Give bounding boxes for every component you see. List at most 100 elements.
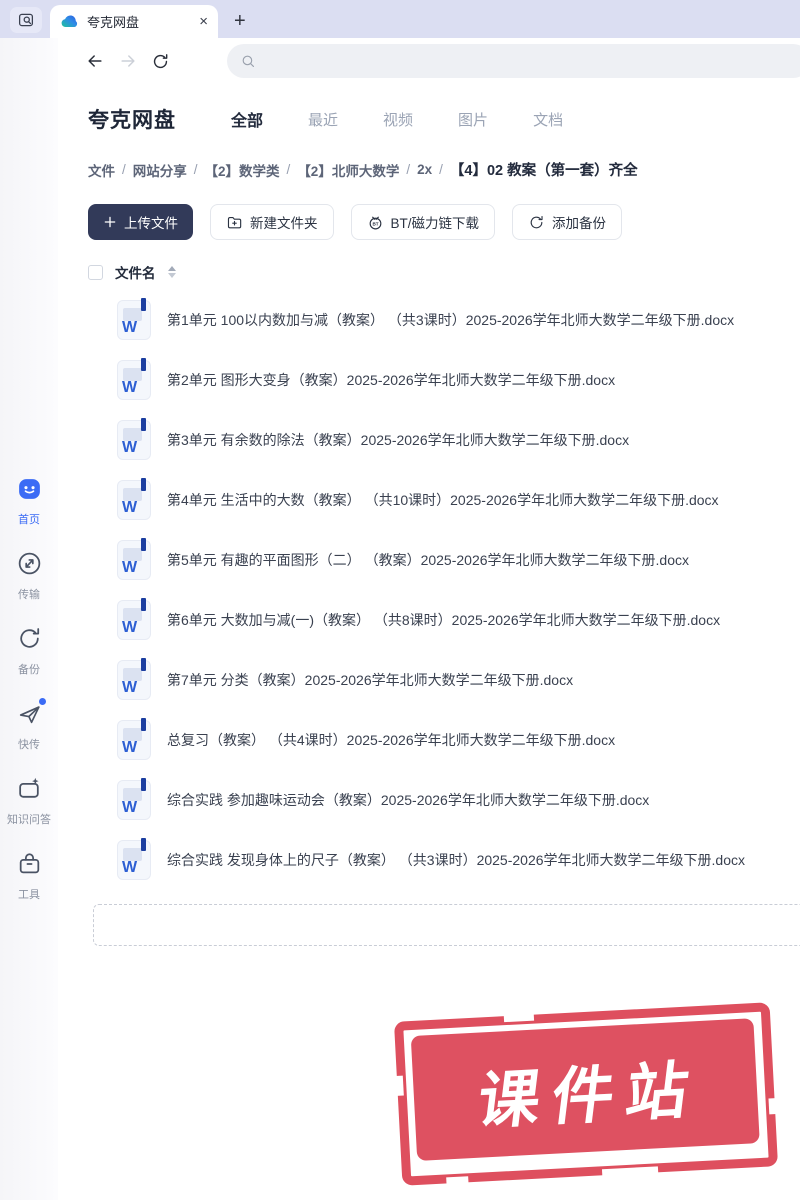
notification-dot xyxy=(38,698,46,705)
sidebar-item-backup[interactable]: 备份 xyxy=(0,625,58,677)
file-row[interactable]: W 总复习（教案） （共4课时）2025-2026学年北师大数学二年级下册.do… xyxy=(88,710,800,770)
file-row[interactable]: W 综合实践 参加趣味运动会（教案）2025-2026学年北师大数学二年级下册.… xyxy=(88,770,800,830)
file-list-header: 文件名 xyxy=(88,262,800,282)
breadcrumb-separator: / xyxy=(406,162,411,177)
knowledge-box-icon xyxy=(16,775,43,807)
breadcrumb-item[interactable]: 文件 xyxy=(88,160,115,180)
docx-file-icon: W xyxy=(117,838,151,880)
action-buttons: 上传文件 新建文件夹 BT BT/磁力链下载 添加备份 xyxy=(88,204,800,240)
main-content: 夸克网盘 全部 最近 视频 图片 文档 文件 / 网站分享 / 【2】数学类 /… xyxy=(58,84,800,946)
tab-video[interactable]: 视频 xyxy=(383,109,413,130)
transfer-icon xyxy=(16,550,43,582)
sidebar: 首页 传输 备份 快传 知识问答 工具 xyxy=(0,38,58,1200)
forward-icon[interactable] xyxy=(118,51,138,71)
sidebar-item-label: 知识问答 xyxy=(7,814,51,826)
sidebar-item-home[interactable]: 首页 xyxy=(0,475,58,527)
add-backup-button[interactable]: 添加备份 xyxy=(512,204,623,240)
stamp-inner: 课件站 xyxy=(410,1018,760,1161)
file-list: W 第1单元 100以内数加与减（教案） （共3课时）2025-2026学年北师… xyxy=(88,290,800,890)
paper-plane-icon xyxy=(16,698,46,732)
file-name: 第6单元 大数加与减(一)（教案） （共8课时）2025-2026学年北师大数学… xyxy=(167,612,721,628)
file-row[interactable]: W 第5单元 有趣的平面图形（二） （教案）2025-2026学年北师大数学二年… xyxy=(88,530,800,590)
stamp-text: 课件站 xyxy=(474,1055,705,1137)
breadcrumb: 文件 / 网站分享 / 【2】数学类 / 【2】北师大数学 / 2x / 【4】… xyxy=(88,159,800,180)
select-all-checkbox[interactable] xyxy=(88,264,103,280)
bt-download-icon: BT xyxy=(367,214,384,231)
file-name: 第2单元 图形大变身（教案）2025-2026学年北师大数学二年级下册.docx xyxy=(167,372,616,388)
docx-file-icon: W xyxy=(117,598,151,640)
file-row[interactable]: W 第6单元 大数加与减(一)（教案） （共8课时）2025-2026学年北师大… xyxy=(88,590,800,650)
docx-file-icon: W xyxy=(117,538,151,580)
breadcrumb-separator: / xyxy=(122,162,126,177)
upload-file-button[interactable]: 上传文件 xyxy=(88,204,193,240)
file-name: 第4单元 生活中的大数（教案） （共10课时）2025-2026学年北师大数学二… xyxy=(167,492,719,508)
svg-text:BT: BT xyxy=(372,221,378,226)
new-tab-button[interactable]: + xyxy=(234,11,246,31)
breadcrumb-separator: / xyxy=(193,162,198,177)
file-name: 综合实践 参加趣味运动会（教案）2025-2026学年北师大数学二年级下册.do… xyxy=(167,792,650,808)
upload-dropzone[interactable] xyxy=(93,904,800,946)
sort-toggle-icon[interactable] xyxy=(167,266,176,278)
sidebar-item-label: 快传 xyxy=(18,739,40,751)
sidebar-item-label: 传输 xyxy=(18,589,40,601)
tab-all[interactable]: 全部 xyxy=(231,107,263,131)
sidebar-item-label: 工具 xyxy=(18,889,40,901)
file-row[interactable]: W 第2单元 图形大变身（教案）2025-2026学年北师大数学二年级下册.do… xyxy=(88,350,800,410)
breadcrumb-item[interactable]: 网站分享 xyxy=(133,160,187,180)
docx-file-icon: W xyxy=(117,778,151,820)
docx-file-icon: W xyxy=(117,478,151,520)
sidebar-item-knowledge-qa[interactable]: 知识问答 xyxy=(0,775,58,827)
quark-logo-icon xyxy=(60,12,79,31)
home-icon xyxy=(16,475,43,507)
browser-search-input[interactable] xyxy=(227,44,800,78)
sidebar-item-transfer[interactable]: 传输 xyxy=(0,550,58,602)
browser-tab[interactable]: 夸克网盘 × xyxy=(50,5,218,38)
search-icon xyxy=(240,53,257,70)
file-row[interactable]: W 第4单元 生活中的大数（教案） （共10课时）2025-2026学年北师大数… xyxy=(88,470,800,530)
back-icon[interactable] xyxy=(85,51,105,71)
breadcrumb-separator: / xyxy=(439,162,443,177)
page-title: 夸克网盘 xyxy=(88,109,176,132)
folder-plus-icon xyxy=(226,214,243,231)
sidebar-item-label: 备份 xyxy=(18,664,40,676)
file-row[interactable]: W 第1单元 100以内数加与减（教案） （共3课时）2025-2026学年北师… xyxy=(88,290,800,350)
plus-icon xyxy=(103,215,117,229)
breadcrumb-item[interactable]: 【2】数学类 xyxy=(205,160,280,180)
new-folder-button[interactable]: 新建文件夹 xyxy=(210,204,334,240)
file-name: 综合实践 发现身体上的尺子（教案） （共3课时）2025-2026学年北师大数学… xyxy=(167,852,745,868)
browser-tab-bar: 夸克网盘 × + xyxy=(0,0,800,38)
file-row[interactable]: W 综合实践 发现身体上的尺子（教案） （共3课时）2025-2026学年北师大… xyxy=(88,830,800,890)
docx-file-icon: W xyxy=(117,658,151,700)
file-name: 第3单元 有余数的除法（教案）2025-2026学年北师大数学二年级下册.doc… xyxy=(167,432,630,448)
column-filename: 文件名 xyxy=(115,266,156,281)
breadcrumb-separator: / xyxy=(286,162,291,177)
backup-sync-icon xyxy=(16,625,43,657)
bt-magnet-download-button[interactable]: BT BT/磁力链下载 xyxy=(350,204,496,240)
docx-file-icon: W xyxy=(117,718,151,760)
tab-recent[interactable]: 最近 xyxy=(308,109,338,130)
refresh-icon[interactable] xyxy=(151,52,170,71)
filter-tabs: 全部 最近 视频 图片 文档 xyxy=(231,107,563,131)
docx-file-icon: W xyxy=(117,358,151,400)
docx-file-icon: W xyxy=(117,298,151,340)
file-row[interactable]: W 第3单元 有余数的除法（教案）2025-2026学年北师大数学二年级下册.d… xyxy=(88,410,800,470)
file-row[interactable]: W 第7单元 分类（教案）2025-2026学年北师大数学二年级下册.docx xyxy=(88,650,800,710)
file-name: 第7单元 分类（教案）2025-2026学年北师大数学二年级下册.docx xyxy=(167,672,574,688)
file-name: 总复习（教案） （共4课时）2025-2026学年北师大数学二年级下册.docx xyxy=(167,732,616,748)
tab-close-icon[interactable]: × xyxy=(199,14,208,29)
file-name: 第5单元 有趣的平面图形（二） （教案）2025-2026学年北师大数学二年级下… xyxy=(167,552,689,568)
breadcrumb-item[interactable]: 2x xyxy=(417,162,432,177)
tab-image[interactable]: 图片 xyxy=(458,109,488,130)
browser-nav-bar xyxy=(0,38,800,84)
breadcrumb-current: 【4】02 教案（第一套）齐全 xyxy=(449,163,638,179)
backup-circle-icon xyxy=(528,214,545,231)
tab-title: 夸克网盘 xyxy=(87,15,140,30)
toolbox-icon xyxy=(16,850,43,882)
breadcrumb-item[interactable]: 【2】北师大数学 xyxy=(297,160,399,180)
workspace-search-icon[interactable] xyxy=(10,7,42,33)
sidebar-item-tools[interactable]: 工具 xyxy=(0,850,58,902)
file-name: 第1单元 100以内数加与减（教案） （共3课时）2025-2026学年北师大数… xyxy=(167,312,735,328)
tab-document[interactable]: 文档 xyxy=(533,109,563,130)
sidebar-item-label: 首页 xyxy=(18,514,40,526)
sidebar-item-quick-send[interactable]: 快传 xyxy=(0,698,58,752)
